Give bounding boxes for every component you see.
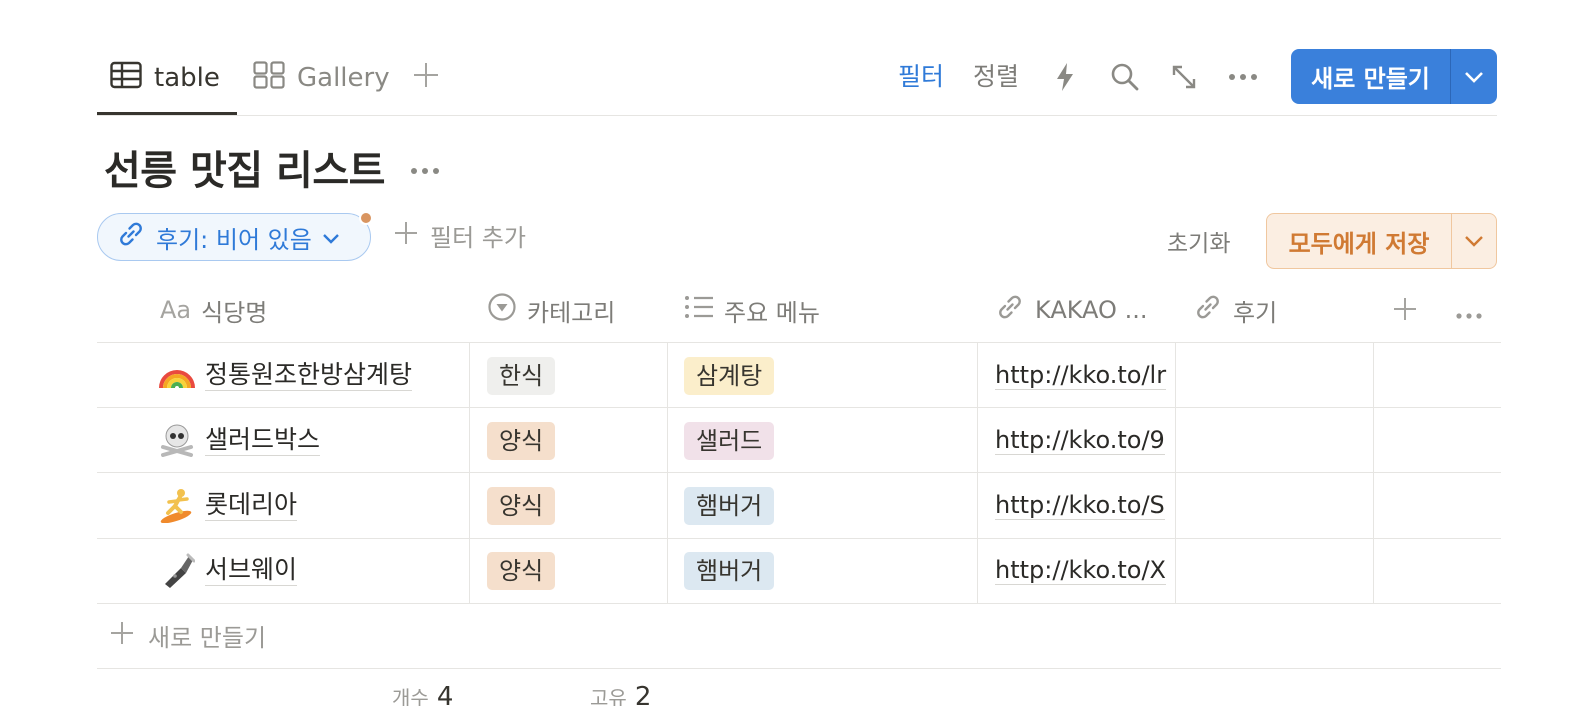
new-button-label[interactable]: 새로 만들기: [1291, 49, 1450, 104]
list-icon: [684, 294, 714, 326]
tab-label: table: [154, 63, 220, 93]
restaurant-name: 서브웨이: [205, 554, 298, 586]
kakao-link[interactable]: http://kko.to/9: [995, 426, 1165, 455]
plus-icon: [394, 221, 418, 251]
add-view-icon[interactable]: [412, 58, 440, 98]
restaurant-name: 정통원조한방삼계탕: [205, 359, 413, 391]
filter-button[interactable]: 필터: [898, 58, 944, 96]
column-header-menu[interactable]: 주요 메뉴: [684, 288, 820, 332]
table-row[interactable]: 서브웨이 양식 햄버거 http://kko.to/X: [97, 538, 1501, 603]
add-filter-button[interactable]: 필터 추가: [394, 218, 526, 253]
stat-label: 개수: [392, 686, 429, 706]
menu-tag: 삼계탕: [684, 357, 775, 395]
column-label: 식당명: [201, 298, 268, 327]
reset-button[interactable]: 초기화: [1167, 224, 1230, 258]
category-tag: 한식: [487, 357, 556, 395]
count-stat[interactable]: 개수 4: [392, 682, 453, 706]
filter-modified-dot: [359, 211, 373, 225]
restaurant-name-cell[interactable]: 샐러드박스: [159, 422, 321, 458]
add-row-label: 새로 만들기: [148, 624, 267, 652]
add-column-icon[interactable]: [1392, 296, 1418, 326]
surfer-icon: [159, 487, 195, 523]
restaurant-name: 샐러드박스: [205, 424, 321, 456]
search-icon[interactable]: [1108, 60, 1142, 94]
stat-value: 2: [634, 682, 652, 706]
chevron-down-icon[interactable]: [1451, 49, 1497, 104]
chevron-down-icon[interactable]: [1452, 214, 1496, 268]
link-icon: [995, 292, 1025, 328]
new-row-divider: [97, 668, 1501, 669]
lightning-icon[interactable]: [1048, 60, 1082, 94]
restaurant-name-cell[interactable]: 정통원조한방삼계탕: [159, 357, 413, 393]
restaurant-name-cell[interactable]: 롯데리아: [159, 487, 298, 523]
skull-crossbones-icon: [159, 422, 195, 458]
link-icon: [116, 219, 146, 255]
more-icon[interactable]: [1226, 60, 1260, 94]
column-label: 주요 메뉴: [724, 298, 820, 327]
category-tag: 양식: [487, 422, 556, 460]
filter-pill-label: 후기: 비어 있음: [156, 225, 312, 254]
column-label: 후기: [1233, 298, 1278, 327]
link-icon: [1193, 292, 1223, 328]
text-aa-icon: Aa: [160, 296, 192, 324]
table-row[interactable]: 샐러드박스 양식 샐러드 http://kko.to/9: [97, 408, 1501, 473]
unique-stat[interactable]: 고유 2: [590, 682, 651, 706]
column-header-category[interactable]: 카테고리: [487, 288, 615, 332]
column-label: KAKAO ...: [1035, 296, 1148, 324]
stat-value: 4: [436, 682, 454, 706]
column-more-icon[interactable]: [1456, 305, 1482, 324]
menu-tag: 햄버거: [684, 487, 775, 525]
table-row[interactable]: 롯데리아 양식 햄버거 http://kko.to/S: [97, 473, 1501, 538]
gallery-icon: [253, 60, 285, 96]
expand-icon[interactable]: [1167, 60, 1201, 94]
kakao-link-cell[interactable]: http://kko.to/lr: [995, 357, 1173, 393]
add-filter-label: 필터 추가: [430, 224, 526, 252]
column-header-review[interactable]: 후기: [1193, 288, 1277, 332]
tab-gallery[interactable]: Gallery: [253, 50, 390, 106]
tabs-divider: [97, 115, 1497, 116]
flashlight-icon: [159, 552, 195, 588]
menu-tag: 햄버거: [684, 552, 775, 590]
tab-table[interactable]: table: [110, 50, 220, 106]
kakao-link-cell[interactable]: http://kko.to/X: [995, 552, 1173, 588]
category-tag: 양식: [487, 487, 556, 525]
column-label: 카테고리: [527, 298, 616, 327]
select-icon: [487, 292, 517, 328]
row-divider: [97, 603, 1501, 604]
kakao-link[interactable]: http://kko.to/S: [995, 491, 1165, 520]
kakao-link-cell[interactable]: http://kko.to/9: [995, 422, 1173, 458]
column-header-kakao[interactable]: KAKAO ...: [995, 288, 1147, 332]
table-icon: [110, 61, 142, 96]
menu-tag: 샐러드: [684, 422, 775, 460]
chevron-down-icon: [322, 223, 340, 251]
add-row-button[interactable]: 새로 만들기: [110, 618, 266, 653]
tab-label: Gallery: [297, 63, 390, 93]
sort-button[interactable]: 정렬: [973, 58, 1019, 96]
category-tag: 양식: [487, 552, 556, 590]
save-all-label[interactable]: 모두에게 저장: [1267, 214, 1451, 268]
plus-icon: [110, 621, 134, 651]
table-row[interactable]: 정통원조한방삼계탕 한식 삼계탕 http://kko.to/lr: [97, 343, 1501, 408]
kakao-link[interactable]: http://kko.to/X: [995, 556, 1166, 585]
restaurant-name-cell[interactable]: 서브웨이: [159, 552, 298, 588]
rainbow-icon: [159, 357, 195, 393]
new-button[interactable]: 새로 만들기: [1291, 49, 1497, 104]
title-more-icon[interactable]: [410, 148, 440, 183]
kakao-link[interactable]: http://kko.to/lr: [995, 361, 1167, 390]
stat-label: 고유: [590, 686, 627, 706]
page-title[interactable]: 선릉 맛집 리스트: [104, 138, 385, 196]
restaurant-name: 롯데리아: [205, 489, 298, 521]
column-header-name[interactable]: Aa 식당명: [160, 288, 267, 332]
save-for-everyone-button[interactable]: 모두에게 저장: [1266, 213, 1497, 269]
kakao-link-cell[interactable]: http://kko.to/S: [995, 487, 1173, 523]
active-filter-pill[interactable]: 후기: 비어 있음: [97, 213, 371, 261]
